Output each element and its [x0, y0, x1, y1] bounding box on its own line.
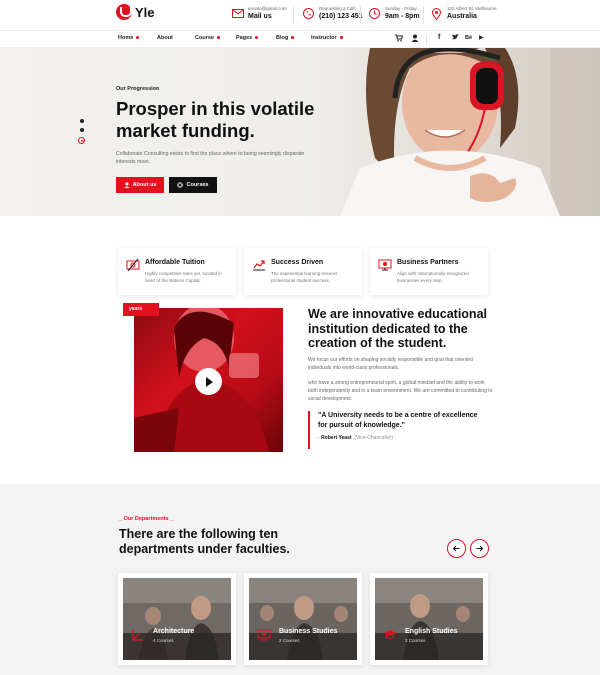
contact-mail[interactable]: envato@gmail.com Mail us — [231, 6, 287, 21]
divider — [360, 6, 361, 24]
feature-title: Business Partners — [397, 259, 459, 266]
arrow-right-icon — [476, 545, 483, 552]
about-paragraph: We focus our efforts on shaping socially… — [308, 357, 473, 371]
feature-card: Business Partners Align with internation… — [370, 248, 488, 295]
nav-item-blog[interactable]: Blog — [276, 35, 295, 41]
mail-icon — [231, 7, 244, 20]
nav-item-instructor[interactable]: Instructor — [311, 35, 343, 41]
slider-dot-active[interactable] — [78, 137, 85, 144]
top-bar: Yle envato@gmail.com Mail us Requesting a… — [0, 0, 600, 30]
department-title: English Studies — [405, 628, 458, 635]
department-count: 4 Courses — [153, 638, 174, 643]
department-card[interactable]: Business Studies 2 Courses — [244, 573, 362, 665]
hero-description: Collaborate Consulting exists to find th… — [116, 151, 305, 165]
department-card[interactable]: English Studies 3 Courses — [370, 573, 488, 665]
quote-author: - Robert Yeast (Vice-Chancellor) — [318, 435, 393, 441]
twitter-icon[interactable] — [452, 34, 459, 42]
feature-card: Success Driven The experiential learning… — [244, 248, 362, 295]
hero-section: Our Progression Prosper in this volatile… — [0, 48, 600, 216]
clock-icon — [368, 7, 381, 20]
department-image — [123, 578, 231, 660]
phone-icon — [302, 7, 315, 20]
logo-text: Yle — [135, 4, 155, 20]
hero-title: Prosper in this volatile market funding. — [116, 98, 315, 141]
success-icon — [253, 260, 265, 271]
contact-hours: Sunday - Friday 9am - 8pm — [368, 6, 420, 21]
logo[interactable]: Yle — [116, 4, 155, 20]
contact-location[interactable]: 122 Albert St, Melbourne Australia — [430, 6, 497, 21]
play-button[interactable] — [195, 368, 222, 395]
nav-item-about[interactable]: About — [157, 35, 173, 41]
prev-arrow-button[interactable] — [447, 539, 466, 558]
architecture-icon — [132, 630, 143, 641]
hero-subtitle: Our Progression — [116, 86, 160, 92]
partners-icon — [378, 259, 392, 271]
about-years-tag: years — [123, 303, 159, 316]
youtube-icon[interactable]: ▶ — [479, 34, 484, 41]
user-icon — [123, 182, 130, 188]
quote-block: "A University needs to be a centre of ex… — [308, 411, 488, 449]
cart-icon[interactable] — [395, 34, 404, 44]
divider — [423, 6, 424, 24]
feature-card: Affordable Tuition Highly competitive ra… — [118, 248, 236, 295]
logo-mark-icon — [116, 4, 132, 20]
user-icon[interactable] — [411, 34, 419, 44]
nav-item-home[interactable]: Home — [118, 35, 140, 41]
feature-desc: Align with internationally-recognized bu… — [397, 271, 469, 283]
behance-icon[interactable]: Bē — [465, 35, 472, 41]
quote-text: "A University needs to be a centre of ex… — [318, 412, 478, 429]
arrow-left-icon — [453, 545, 460, 552]
business-icon — [257, 629, 271, 641]
feature-title: Affordable Tuition — [145, 259, 205, 266]
main-nav: Home About Course Pages Blog Instructor … — [0, 30, 600, 48]
nav-item-course[interactable]: Course — [195, 35, 220, 41]
feature-title: Success Driven — [271, 259, 324, 266]
about-paragraph: who have a strong entrepreneurial spirit… — [308, 380, 493, 402]
courses-button[interactable]: Courses — [169, 177, 217, 193]
department-title: Business Studies — [279, 628, 338, 635]
department-count: 2 Courses — [279, 638, 300, 643]
contact-phone[interactable]: Requesting a Call: (210) 123 451 — [302, 6, 363, 21]
department-count: 3 Courses — [405, 638, 426, 643]
location-icon — [430, 7, 443, 20]
department-image — [249, 578, 357, 660]
facebook-icon[interactable]: f — [438, 34, 440, 41]
divider — [293, 6, 294, 24]
nav-item-pages[interactable]: Pages — [236, 35, 259, 41]
slider-dot[interactable] — [80, 128, 84, 132]
graduation-cap-icon — [384, 630, 396, 639]
next-arrow-button[interactable] — [470, 539, 489, 558]
departments-subtitle: _ Our Departments _ — [119, 516, 174, 522]
about-title: We are innovative educational institutio… — [308, 307, 487, 350]
department-title: Architecture — [153, 628, 195, 635]
department-image — [375, 578, 483, 660]
departments-title: There are the following ten departments … — [119, 527, 290, 556]
gear-icon — [177, 182, 184, 188]
tuition-icon — [126, 258, 140, 272]
divider — [426, 35, 427, 45]
department-card[interactable]: Architecture 4 Courses — [118, 573, 236, 665]
about-us-button[interactable]: About us — [116, 177, 164, 193]
slider-dot[interactable] — [80, 119, 84, 123]
feature-desc: Highly competitive rates yet, located in… — [145, 271, 222, 283]
feature-desc: The experiential learning ensures profes… — [271, 271, 338, 283]
